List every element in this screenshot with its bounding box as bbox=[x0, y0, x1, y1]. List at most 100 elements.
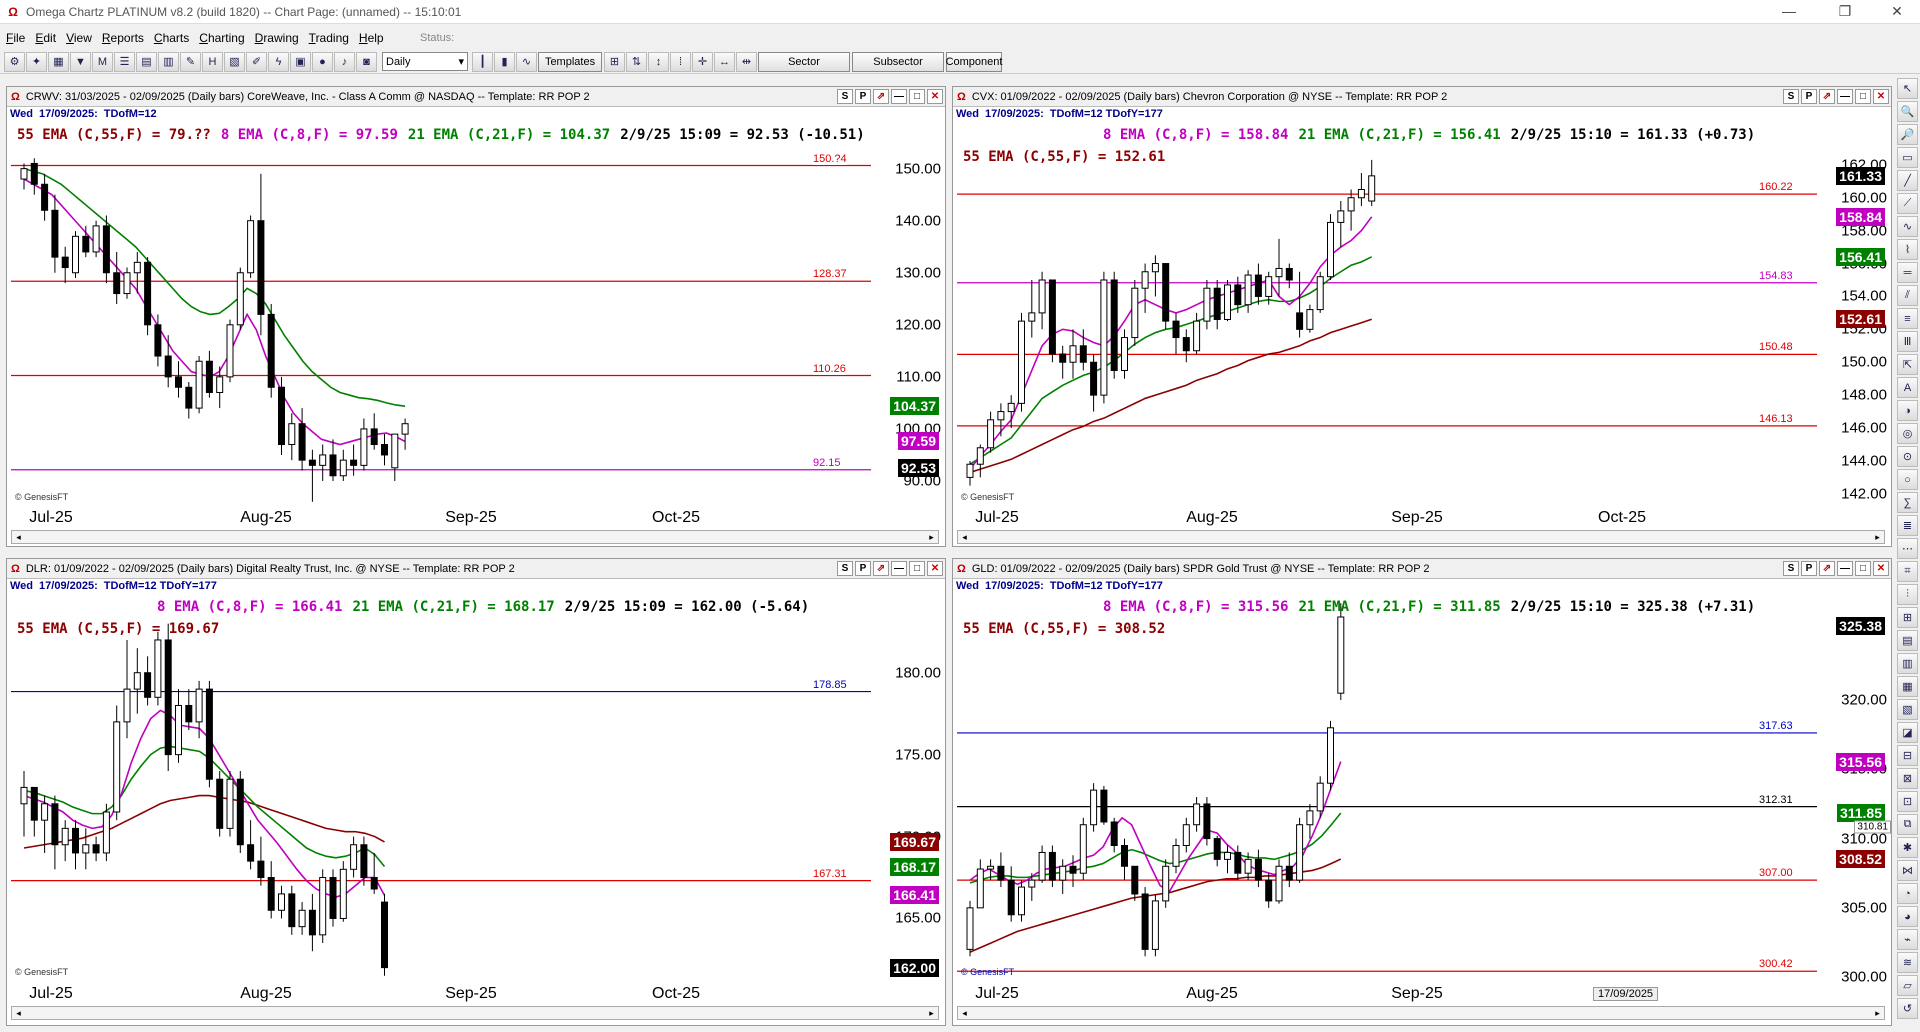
drawing-tool-30-icon[interactable]: ⊟ bbox=[1897, 745, 1918, 766]
menu-edit[interactable]: Edit bbox=[35, 31, 56, 45]
expand-icon[interactable]: ↔ bbox=[714, 51, 735, 72]
maximize-panel-button[interactable]: □ bbox=[1855, 89, 1871, 104]
menu-file[interactable]: File bbox=[6, 31, 25, 45]
drawing-tool-25-icon[interactable]: ▤ bbox=[1897, 630, 1918, 651]
menu-trading[interactable]: Trading bbox=[309, 31, 349, 45]
drawing-tool-11-icon[interactable]: ≡ bbox=[1897, 308, 1918, 329]
drawing-tool-5-icon[interactable]: ╱ bbox=[1897, 170, 1918, 191]
signal-icon[interactable]: ✦ bbox=[26, 51, 47, 72]
box-icon[interactable]: ▣ bbox=[290, 51, 311, 72]
p-button[interactable]: P bbox=[1801, 561, 1817, 576]
menu-help[interactable]: Help bbox=[359, 31, 384, 45]
drawing-tool-23-icon[interactable]: ⫶ bbox=[1897, 584, 1918, 605]
drawing-tool-6-icon[interactable]: ⟋ bbox=[1897, 193, 1918, 214]
s-button[interactable]: S bbox=[837, 561, 853, 576]
minimize-panel-button[interactable]: — bbox=[1837, 89, 1853, 104]
menu-reports[interactable]: Reports bbox=[102, 31, 144, 45]
drawing-tool-8-icon[interactable]: ⌇ bbox=[1897, 239, 1918, 260]
drawing-tool-26-icon[interactable]: ▥ bbox=[1897, 653, 1918, 674]
drawing-tool-14-icon[interactable]: A bbox=[1897, 377, 1918, 398]
popout-button[interactable]: ⇗ bbox=[1819, 89, 1835, 104]
brush-icon[interactable]: ✐ bbox=[246, 51, 267, 72]
price-plot[interactable]: 160.22 154.83 150.48 146.13 bbox=[957, 127, 1817, 507]
drawing-tool-18-icon[interactable]: ○ bbox=[1897, 469, 1918, 490]
layout-icon[interactable]: ▥ bbox=[158, 51, 179, 72]
scroll-left-icon[interactable]: ◂ bbox=[958, 531, 971, 543]
p-button[interactable]: P bbox=[855, 89, 871, 104]
drawing-tool-22-icon[interactable]: ⌗ bbox=[1897, 561, 1918, 582]
price-axis[interactable]: 320.00315.00310.00305.00300.00325.38315.… bbox=[1817, 599, 1893, 986]
close-panel-button[interactable]: ✕ bbox=[1873, 89, 1889, 104]
drawing-tool-28-icon[interactable]: ▧ bbox=[1897, 699, 1918, 720]
drawing-tool-12-icon[interactable]: Ⅲ bbox=[1897, 331, 1918, 352]
drawing-tool-13-icon[interactable]: ⇱ bbox=[1897, 354, 1918, 375]
filter-icon[interactable]: ▼ bbox=[70, 51, 91, 72]
marker-icon[interactable]: M bbox=[92, 51, 113, 72]
drawing-tool-34-icon[interactable]: ✱ bbox=[1897, 837, 1918, 858]
drawing-tool-41-icon[interactable]: ↺ bbox=[1897, 998, 1918, 1019]
scroll-right-icon[interactable]: ▸ bbox=[925, 531, 938, 543]
price-axis[interactable]: 162.00160.00158.00156.00154.00152.00150.… bbox=[1817, 127, 1893, 507]
p-button[interactable]: P bbox=[1801, 89, 1817, 104]
maximize-panel-button[interactable]: □ bbox=[909, 561, 925, 576]
drawing-tool-36-icon[interactable]: ◔ bbox=[1897, 883, 1918, 904]
drawing-tool-29-icon[interactable]: ◪ bbox=[1897, 722, 1918, 743]
drawing-tool-7-icon[interactable]: ∿ bbox=[1897, 216, 1918, 237]
maximize-panel-button[interactable]: □ bbox=[909, 89, 925, 104]
close-button[interactable]: ✕ bbox=[1874, 0, 1920, 24]
drawing-tool-27-icon[interactable]: ▦ bbox=[1897, 676, 1918, 697]
camera-icon[interactable]: ◙ bbox=[356, 51, 377, 72]
sort-az-icon[interactable]: ↕ bbox=[648, 51, 669, 72]
drawing-tool-24-icon[interactable]: ⊞ bbox=[1897, 607, 1918, 628]
s-button[interactable]: S bbox=[1783, 89, 1799, 104]
menu-view[interactable]: View bbox=[66, 31, 92, 45]
candle-chart-icon[interactable]: ▮ bbox=[494, 51, 515, 72]
s-button[interactable]: S bbox=[837, 89, 853, 104]
drawing-tool-40-icon[interactable]: ▱ bbox=[1897, 975, 1918, 996]
sound-icon[interactable]: ♪ bbox=[334, 51, 355, 72]
drawing-tool-39-icon[interactable]: ≋ bbox=[1897, 952, 1918, 973]
price-axis[interactable]: 150.00 140.00 130.00 120.00 110.00 100.00 90.0… bbox=[871, 127, 947, 507]
drawing-tool-21-icon[interactable]: ⋯ bbox=[1897, 538, 1918, 559]
close-panel-button[interactable]: ✕ bbox=[927, 561, 943, 576]
popout-button[interactable]: ⇗ bbox=[1819, 561, 1835, 576]
drawing-tool-4-icon[interactable]: ▭ bbox=[1897, 147, 1918, 168]
drawing-tool-9-icon[interactable]: ═ bbox=[1897, 262, 1918, 283]
drawing-tool-15-icon[interactable]: ◑ bbox=[1897, 400, 1918, 421]
subsector-button[interactable]: Subsector bbox=[852, 51, 944, 72]
horizontal-scrollbar[interactable]: ◂ ▸ bbox=[11, 1006, 939, 1020]
drawing-tool-16-icon[interactable]: ◎ bbox=[1897, 423, 1918, 444]
scroll-right-icon[interactable]: ▸ bbox=[925, 1007, 938, 1019]
bar-chart-icon[interactable]: ┃ bbox=[472, 51, 493, 72]
line-chart-icon[interactable]: ∿ bbox=[516, 51, 537, 72]
drawing-tool-33-icon[interactable]: ⧉ bbox=[1897, 814, 1918, 835]
scroll-left-icon[interactable]: ◂ bbox=[12, 531, 25, 543]
crosshair-icon[interactable]: ✛ bbox=[692, 51, 713, 72]
chart-icon[interactable]: ▦ bbox=[48, 51, 69, 72]
scroll-left-icon[interactable]: ◂ bbox=[958, 1007, 971, 1019]
drawing-tool-35-icon[interactable]: ⋈ bbox=[1897, 860, 1918, 881]
horizontal-scrollbar[interactable]: ◂ ▸ bbox=[11, 530, 939, 544]
network-icon[interactable]: ⊞ bbox=[604, 51, 625, 72]
drawing-tool-20-icon[interactable]: ≣ bbox=[1897, 515, 1918, 536]
horizontal-scrollbar[interactable]: ◂ ▸ bbox=[957, 530, 1885, 544]
bolt-icon[interactable]: ϟ bbox=[268, 51, 289, 72]
scroll-right-icon[interactable]: ▸ bbox=[1871, 531, 1884, 543]
chart-panel-dlr[interactable]: Ω DLR: 01/09/2022 - 02/09/2025 (Daily ba… bbox=[6, 558, 946, 1026]
popout-button[interactable]: ⇗ bbox=[873, 561, 889, 576]
shrink-icon[interactable]: ⇹ bbox=[736, 51, 757, 72]
chart-panel-gld[interactable]: Ω GLD: 01/09/2022 - 02/09/2025 (Daily ba… bbox=[952, 558, 1892, 1026]
pencil-icon[interactable]: ✎ bbox=[180, 51, 201, 72]
minimize-panel-button[interactable]: — bbox=[891, 89, 907, 104]
gear-icon[interactable]: ⚙ bbox=[4, 51, 25, 72]
period-select[interactable]: Daily ▾ bbox=[382, 52, 468, 71]
grid-icon[interactable]: ▤ bbox=[136, 51, 157, 72]
minimize-panel-button[interactable]: — bbox=[1837, 561, 1853, 576]
drawing-tool-31-icon[interactable]: ⊠ bbox=[1897, 768, 1918, 789]
columns-icon[interactable]: ⁞ bbox=[670, 51, 691, 72]
minimize-panel-button[interactable]: — bbox=[891, 561, 907, 576]
drawing-tool-17-icon[interactable]: ⊙ bbox=[1897, 446, 1918, 467]
scan-icon[interactable]: ▧ bbox=[224, 51, 245, 72]
drawing-tool-32-icon[interactable]: ⊡ bbox=[1897, 791, 1918, 812]
menu-drawing[interactable]: Drawing bbox=[255, 31, 299, 45]
